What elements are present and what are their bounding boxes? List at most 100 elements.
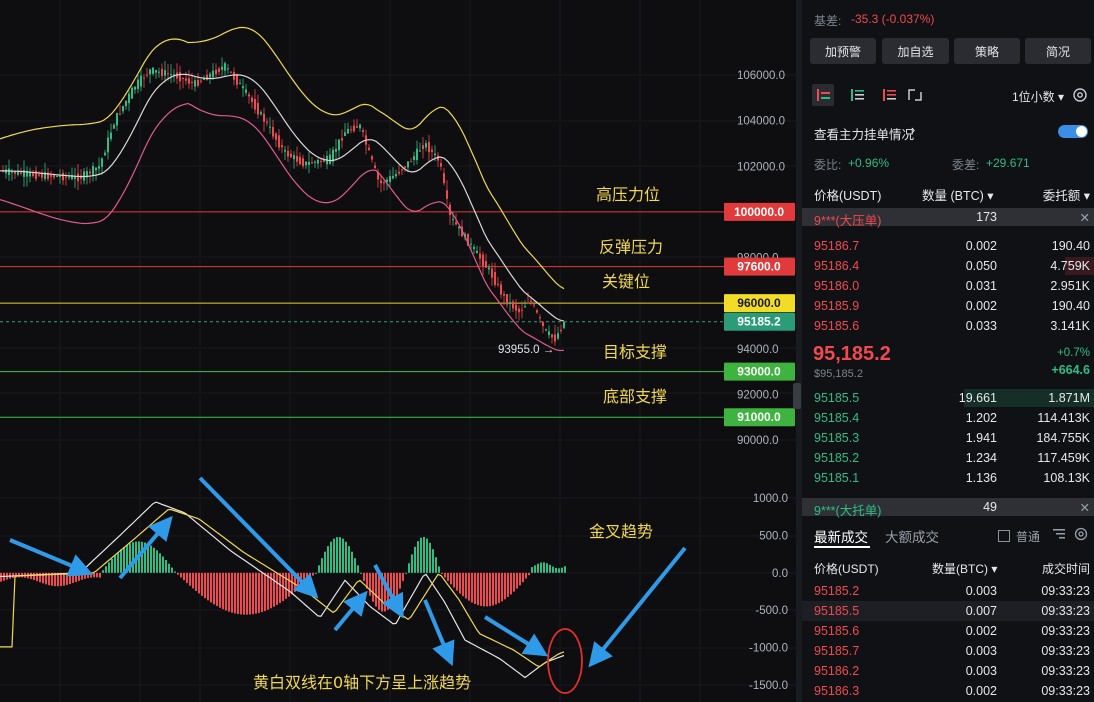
bid-row[interactable]: 95185.4 1.202 114.413K xyxy=(802,408,1094,428)
macd-bar xyxy=(540,562,542,573)
main-orders-toggle[interactable] xyxy=(1058,125,1088,138)
main-orders-row[interactable]: 查看主力挂单情况 › xyxy=(802,123,1094,143)
candle-body xyxy=(257,102,259,115)
filter-icon[interactable] xyxy=(1052,527,1066,541)
macd-bar xyxy=(315,572,317,574)
bid-qty: 1.136 xyxy=(965,471,997,485)
candle-body xyxy=(527,302,529,304)
normal-checkbox[interactable] xyxy=(998,530,1010,542)
bids-view-icon[interactable] xyxy=(848,86,866,104)
bid-total: 117.459K xyxy=(1037,451,1090,465)
macd-bar xyxy=(246,572,248,615)
macd-bar xyxy=(201,572,203,596)
ask-total: 190.40 xyxy=(1051,299,1090,313)
candle-body xyxy=(506,294,508,305)
macd-bar xyxy=(330,541,332,573)
macd-bar xyxy=(273,572,275,607)
price-axis-label: 102000.0 xyxy=(737,161,785,173)
bid-row[interactable]: 95185.5 19.661 1.871M xyxy=(802,388,1094,408)
candle-body xyxy=(500,284,502,295)
basis-value: -35.3 (-0.037%) xyxy=(851,12,935,26)
close-icon[interactable]: ✕ xyxy=(1080,500,1090,515)
last-price: 95,185.2 xyxy=(813,343,891,365)
trades-tabs: 最新成交 大额成交 普通 xyxy=(802,523,1094,548)
bid-qty: 19.661 xyxy=(958,391,997,405)
macd-bar xyxy=(357,565,359,573)
candle-body xyxy=(287,150,289,157)
qty-header[interactable]: 数量 (BTC) ▾ xyxy=(922,185,994,204)
macd-bar xyxy=(276,572,278,605)
candle-body xyxy=(23,170,25,177)
bid-price: 95185.2 xyxy=(814,451,860,465)
macd-bar xyxy=(306,572,308,582)
big-ask-order[interactable]: 9***(大压单) 173 ✕ xyxy=(802,208,1094,228)
total-header-label: 委托额 xyxy=(1042,189,1081,203)
candle-body xyxy=(62,172,64,181)
macd-bar xyxy=(0,572,2,582)
macd-bar xyxy=(207,572,209,601)
macd-bar xyxy=(165,560,167,573)
macd-bar xyxy=(321,558,323,573)
big-bid-order[interactable]: 9***(大托单) 49 ✕ xyxy=(802,498,1094,518)
candle-body xyxy=(137,79,139,89)
macd-bar xyxy=(225,572,227,611)
macd-bar xyxy=(459,572,461,594)
candle-body xyxy=(350,129,352,131)
bid-row[interactable]: 95185.2 1.234 117.459K xyxy=(802,448,1094,468)
tab-large-trades[interactable]: 大额成交 xyxy=(885,526,939,546)
candle-body xyxy=(542,322,544,327)
level-name: 反弹压力 xyxy=(599,238,663,257)
ask-row[interactable]: 95186.4 0.050 4.759K xyxy=(802,256,1094,276)
add-watchlist-button[interactable]: 加自选 xyxy=(882,38,949,64)
bid-row[interactable]: 95185.1 1.136 108.13K xyxy=(802,468,1094,488)
candle-body xyxy=(497,283,499,285)
candle-body xyxy=(383,182,385,184)
bid-total: 114.413K xyxy=(1037,411,1090,425)
candle-body xyxy=(167,73,169,75)
depth-view-icon[interactable] xyxy=(906,86,924,104)
both-sides-view-icon[interactable] xyxy=(812,84,834,106)
candle-body xyxy=(149,69,151,75)
main-orders-link[interactable]: 查看主力挂单情况 xyxy=(814,124,914,143)
ask-row[interactable]: 95185.9 0.002 190.40 xyxy=(802,296,1094,316)
ask-row[interactable]: 95186.7 0.002 190.40 xyxy=(802,236,1094,256)
bid-row[interactable]: 95185.3 1.941 184.755K xyxy=(802,428,1094,448)
macd-bar xyxy=(501,572,503,602)
strategy-button[interactable]: 策略 xyxy=(954,38,1020,64)
price-chart[interactable]: 106000.0104000.0102000.098000.094000.092… xyxy=(0,0,796,702)
macd-bar xyxy=(534,565,536,573)
macd-bar xyxy=(504,572,506,600)
kline-chart-area[interactable]: 106000.0104000.0102000.098000.094000.092… xyxy=(0,0,796,702)
add-alert-button[interactable]: 加预警 xyxy=(810,38,876,64)
gear-icon[interactable] xyxy=(1074,527,1088,541)
gear-icon[interactable] xyxy=(1072,87,1088,103)
ratio-label: 委比: xyxy=(814,158,842,172)
candle-body xyxy=(395,173,397,177)
ask-row[interactable]: 95185.6 0.033 3.141K xyxy=(802,316,1094,336)
candle-body xyxy=(32,172,34,177)
candle-body xyxy=(494,272,496,285)
macd-bar xyxy=(267,572,269,610)
collapse-handle[interactable] xyxy=(793,383,801,409)
blue-arrow xyxy=(423,599,455,667)
candle-body xyxy=(479,253,481,259)
macd-bar xyxy=(516,572,518,589)
tab-latest-trades[interactable]: 最新成交 xyxy=(814,526,868,546)
close-icon[interactable]: ✕ xyxy=(1080,210,1090,225)
price-axis: 106000.0104000.0102000.098000.094000.092… xyxy=(737,70,788,692)
trade-qty-header[interactable]: 数量(BTC) ▾ xyxy=(932,560,997,577)
ask-row[interactable]: 95186.0 0.031 2.951K xyxy=(802,276,1094,296)
macd-bar xyxy=(180,572,182,578)
macd-bar xyxy=(111,558,113,573)
candle-body xyxy=(452,219,454,221)
macd-bar xyxy=(441,572,443,574)
normal-label: 普通 xyxy=(1016,530,1041,544)
total-header[interactable]: 委托额 ▾ xyxy=(1043,185,1090,204)
decimal-select[interactable]: 1位小数 ▾ xyxy=(1012,88,1064,105)
trade-row: 95185.7 0.003 09:33:23 xyxy=(802,641,1094,661)
candle-body xyxy=(194,80,196,87)
candle-body xyxy=(179,72,181,82)
macd-bar xyxy=(402,572,404,581)
asks-view-icon[interactable] xyxy=(880,86,898,104)
overview-button[interactable]: 简况 xyxy=(1025,38,1091,64)
